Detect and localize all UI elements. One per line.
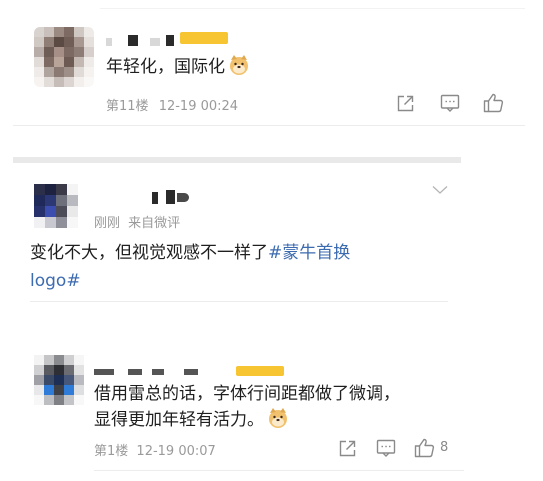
comment-date: 12-19 00:07 xyxy=(136,444,216,459)
divider xyxy=(13,125,525,126)
comment-icon[interactable] xyxy=(440,94,460,113)
post-time: 刚刚 xyxy=(94,216,121,231)
doge-emoji xyxy=(228,54,250,84)
comment-text-line2: 显得更加年轻有活力。 xyxy=(94,407,289,437)
post-text-line2: logo# xyxy=(30,268,81,294)
share-icon[interactable] xyxy=(396,94,415,113)
chevron-down-icon[interactable] xyxy=(432,185,448,195)
comment-content-line1: 借用雷总的话，字体行间距都做了微调， xyxy=(94,384,400,404)
topic-link-continued[interactable]: logo# xyxy=(30,271,81,291)
like-icon[interactable] xyxy=(414,438,435,458)
top-divider xyxy=(100,8,525,9)
like-icon[interactable] xyxy=(483,93,504,113)
avatar[interactable] xyxy=(34,184,78,228)
avatar[interactable] xyxy=(34,27,94,87)
comment-meta: 第11楼 12-19 00:24 xyxy=(106,95,238,114)
like-count: 8 xyxy=(440,440,449,455)
comment-icon[interactable] xyxy=(376,439,396,458)
topic-link[interactable]: #蒙牛首换 xyxy=(268,243,350,263)
avatar[interactable] xyxy=(34,355,84,405)
doge-emoji xyxy=(267,407,289,437)
section-separator xyxy=(13,157,461,163)
divider xyxy=(30,301,448,302)
comment-text: 年轻化，国际化 xyxy=(106,54,250,84)
comment-content-line2: 显得更加年轻有活力。 xyxy=(94,410,264,430)
floor-number: 第11楼 xyxy=(106,99,149,114)
post-meta: 刚刚 来自微评 xyxy=(94,212,180,231)
floor-number: 第1楼 xyxy=(94,444,129,459)
comment-meta: 第1楼 12-19 00:07 xyxy=(94,440,216,459)
comment-content: 年轻化，国际化 xyxy=(106,57,225,77)
comment-date: 12-19 00:24 xyxy=(158,99,239,114)
post-text: 变化不大，但视觉观感不一样了#蒙牛首换 xyxy=(30,240,350,266)
divider xyxy=(94,470,464,471)
post-content: 变化不大，但视觉观感不一样了 xyxy=(30,243,268,263)
share-icon[interactable] xyxy=(338,439,357,458)
comment-text: 借用雷总的话，字体行间距都做了微调， xyxy=(94,381,400,407)
post-source: 来自微评 xyxy=(128,216,181,231)
